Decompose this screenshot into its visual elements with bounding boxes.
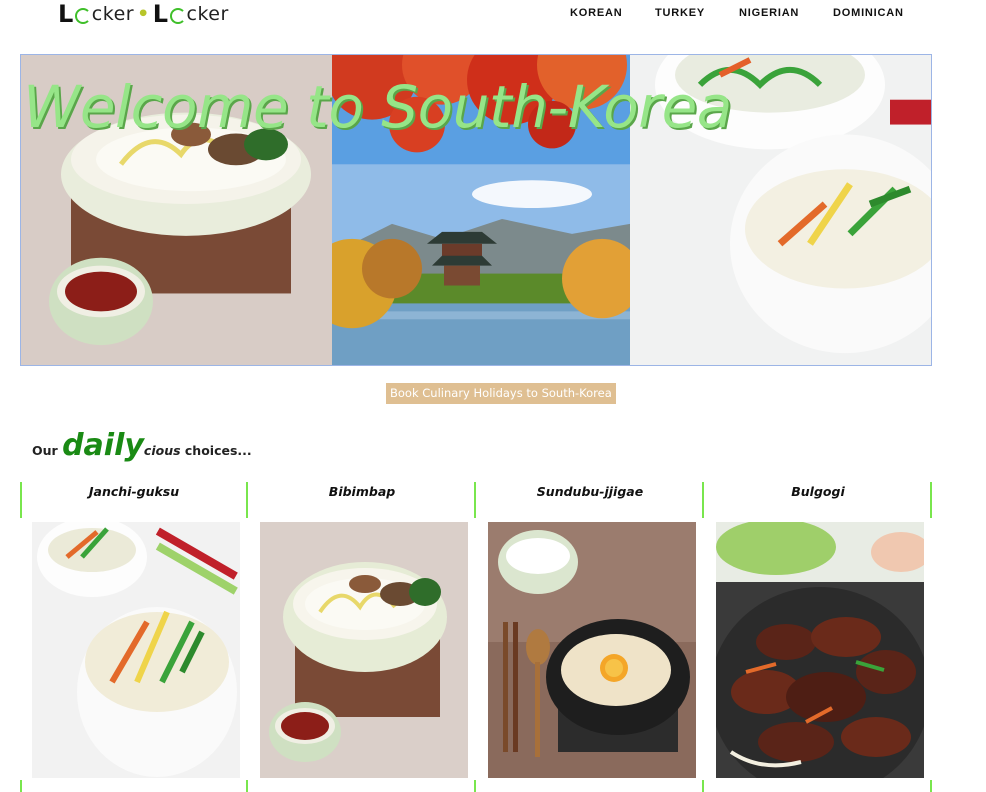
dish-name: Sundubu-jjigae	[536, 484, 644, 499]
logo[interactable]: Lcker • Lcker	[58, 0, 229, 28]
dish-card-bibimbap[interactable]: Bibimbap	[248, 482, 476, 792]
dish-card-bulgogi[interactable]: Bulgogi	[704, 482, 932, 792]
book-holidays-button[interactable]: Book Culinary Holidays to South-Korea	[386, 383, 616, 404]
bibimbap-photo	[260, 522, 468, 778]
logo-word: cker	[91, 3, 135, 25]
hero-banner: Welcome to South-Korea	[20, 54, 932, 366]
logo-word: cker	[186, 3, 229, 25]
swirl-icon	[169, 8, 186, 24]
daily-choices-heading: Our dailycious choices...	[32, 428, 252, 463]
dish-name: Bibimbap	[328, 484, 396, 499]
heading-highlight: daily	[62, 428, 144, 463]
heading-suffix: choices...	[184, 443, 252, 458]
dish-name: Bulgogi	[791, 484, 845, 499]
card-divider	[20, 780, 22, 792]
logo-letter: L	[58, 0, 74, 28]
nav-turkey[interactable]: TURKEY	[655, 7, 705, 19]
janchi-guksu-photo	[32, 522, 240, 778]
nav-korean[interactable]: KOREAN	[570, 7, 622, 19]
hero-title: Welcome to South-Korea	[23, 73, 732, 141]
bulgogi-photo	[716, 522, 924, 778]
dish-card-sundubu-jjigae[interactable]: Sundubu-jjigae	[476, 482, 704, 792]
logo-dot: •	[137, 3, 150, 25]
sundubu-jjigae-photo	[488, 522, 696, 778]
card-divider	[930, 780, 932, 792]
nav-nigerian[interactable]: NIGERIAN	[739, 7, 799, 19]
heading-prefix: Our	[32, 443, 58, 458]
logo-letter: L	[152, 0, 169, 28]
swirl-icon	[74, 8, 91, 24]
heading-suffix-italic: cious	[143, 443, 181, 458]
nav-dominican[interactable]: DOMINICAN	[833, 7, 904, 19]
dish-card-janchi-guksu[interactable]: Janchi-guksu	[20, 482, 248, 792]
dish-name: Janchi-guksu	[88, 484, 180, 499]
